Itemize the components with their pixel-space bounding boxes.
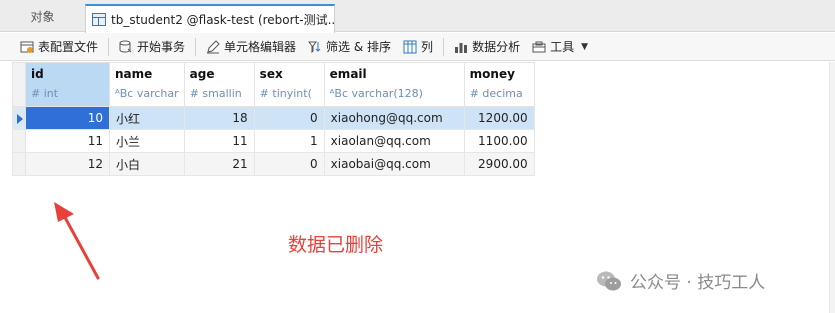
column-header-name[interactable]: name ᴬBc varchar	[109, 62, 185, 107]
table-config-button[interactable]: 表配置文件	[14, 35, 104, 59]
toolbar: 表配置文件 开始事务 单元格编辑器 筛选 & 排序 列 数据分析 工具 ▼	[0, 33, 835, 61]
column-name: email	[329, 67, 367, 81]
column-type: ᴬBc varchar(128)	[330, 87, 459, 100]
toolbar-separator	[443, 37, 445, 56]
cell-editor-label: 单元格编辑器	[224, 40, 297, 54]
tab-title: tb_student2 @flask-test (rebort-测试...	[111, 13, 335, 27]
cell-id[interactable]: 11	[25, 129, 110, 153]
tools-icon	[532, 41, 546, 52]
cell-email[interactable]: xiaobai@qq.com	[323, 152, 465, 176]
begin-transaction-label: 开始事务	[137, 40, 186, 54]
column-type: # smallin	[190, 87, 249, 100]
column-type-label: smallin	[202, 87, 242, 100]
cell-name[interactable]: 小兰	[109, 129, 185, 153]
column-type-label: varchar(128)	[351, 87, 423, 100]
table-row[interactable]: 11 小兰 11 1 xiaolan@qq.com 1100.00	[12, 129, 535, 153]
cell-money[interactable]: 1200.00	[463, 106, 535, 130]
filter-sort-button[interactable]: 筛选 & 排序	[302, 35, 397, 59]
table-icon	[92, 13, 106, 26]
column-name: age	[189, 67, 215, 81]
column-header-age[interactable]: age # smallin	[183, 62, 255, 107]
filter-sort-label: 筛选 & 排序	[326, 40, 392, 54]
current-row-marker-icon	[17, 114, 23, 124]
tab-objects[interactable]: 对象	[0, 4, 85, 32]
cell-email[interactable]: xiaohong@qq.com	[323, 106, 465, 130]
grid-header-row: id # int name ᴬBc varchar age # smallin …	[12, 62, 535, 107]
cell-name[interactable]: 小红	[109, 106, 185, 130]
watermark: 公众号 · 技巧工人	[596, 268, 765, 293]
column-type: # tinyint(	[260, 87, 319, 100]
toolbar-separator	[108, 37, 110, 56]
cell-id[interactable]: 12	[25, 152, 110, 176]
cell-sex[interactable]: 0	[253, 106, 325, 130]
column-type-label: varchar	[136, 87, 179, 100]
column-type: # int	[31, 87, 104, 100]
cell-editor-icon	[207, 39, 220, 53]
column-header-id[interactable]: id # int	[25, 62, 110, 107]
filter-sort-icon	[308, 41, 321, 53]
cell-id[interactable]: 10	[25, 106, 110, 130]
begin-transaction-button[interactable]: 开始事务	[113, 35, 191, 59]
column-header-money[interactable]: money # decima	[463, 62, 535, 107]
column-type-label: int	[43, 87, 59, 100]
columns-icon	[403, 40, 417, 53]
table-config-label: 表配置文件	[38, 40, 99, 54]
tab-table-tb-student2[interactable]: tb_student2 @flask-test (rebort-测试...	[85, 4, 335, 33]
cell-email[interactable]: xiaolan@qq.com	[323, 129, 465, 153]
data-analysis-icon	[455, 42, 468, 53]
number-type-icon: #	[259, 87, 269, 100]
cell-money[interactable]: 2900.00	[463, 152, 535, 176]
column-header-email[interactable]: email ᴬBc varchar(128)	[323, 62, 465, 107]
text-type-icon: ᴬBc	[115, 87, 134, 100]
text-type-icon: ᴬBc	[329, 87, 349, 100]
cell-age[interactable]: 18	[183, 106, 255, 130]
cell-name[interactable]: 小白	[109, 152, 185, 176]
tools-label: 工具	[550, 40, 575, 54]
annotation-text: 数据已删除	[288, 234, 384, 256]
table-config-icon	[20, 41, 34, 53]
number-type-icon: #	[31, 87, 41, 100]
cell-money[interactable]: 1100.00	[463, 129, 535, 153]
row-header[interactable]	[12, 106, 26, 130]
row-header-corner	[12, 62, 26, 107]
table-row[interactable]: 12 小白 21 0 xiaobai@qq.com 2900.00	[12, 152, 535, 176]
columns-label: 列	[421, 40, 434, 54]
tools-button[interactable]: 工具 ▼	[526, 35, 594, 59]
vertical-scrollbar[interactable]	[829, 62, 835, 313]
cell-age[interactable]: 21	[183, 152, 255, 176]
column-name: name	[115, 67, 153, 81]
column-type-label: tinyint(	[272, 87, 312, 100]
column-name: sex	[259, 67, 283, 81]
tab-bar: 对象 tb_student2 @flask-test (rebort-测试...	[0, 0, 835, 33]
column-type: # decima	[470, 87, 529, 100]
cell-editor-button[interactable]: 单元格编辑器	[200, 35, 302, 59]
chevron-down-icon: ▼	[581, 41, 589, 52]
cell-age[interactable]: 11	[183, 129, 255, 153]
data-analysis-label: 数据分析	[472, 40, 521, 54]
column-name: money	[469, 67, 515, 81]
row-header[interactable]	[12, 129, 26, 153]
column-type-label: decima	[482, 87, 523, 100]
table-row[interactable]: 10 小红 18 0 xiaohong@qq.com 1200.00	[12, 106, 535, 130]
number-type-icon: #	[469, 87, 479, 100]
cell-sex[interactable]: 0	[253, 152, 325, 176]
column-name: id	[31, 67, 44, 81]
column-header-sex[interactable]: sex # tinyint(	[253, 62, 325, 107]
data-grid: id # int name ᴬBc varchar age # smallin …	[12, 62, 535, 176]
annotation-arrow-icon	[54, 202, 100, 280]
columns-button[interactable]: 列	[397, 35, 439, 59]
database-transaction-icon	[119, 40, 132, 53]
cell-sex[interactable]: 1	[253, 129, 325, 153]
toolbar-separator	[195, 37, 197, 56]
number-type-icon: #	[189, 87, 199, 100]
watermark-text: 公众号 · 技巧工人	[630, 273, 766, 293]
row-header[interactable]	[12, 152, 26, 176]
data-analysis-button[interactable]: 数据分析	[448, 35, 526, 59]
wechat-logo-icon	[597, 271, 621, 290]
column-type: ᴬBc varchar	[115, 87, 179, 100]
